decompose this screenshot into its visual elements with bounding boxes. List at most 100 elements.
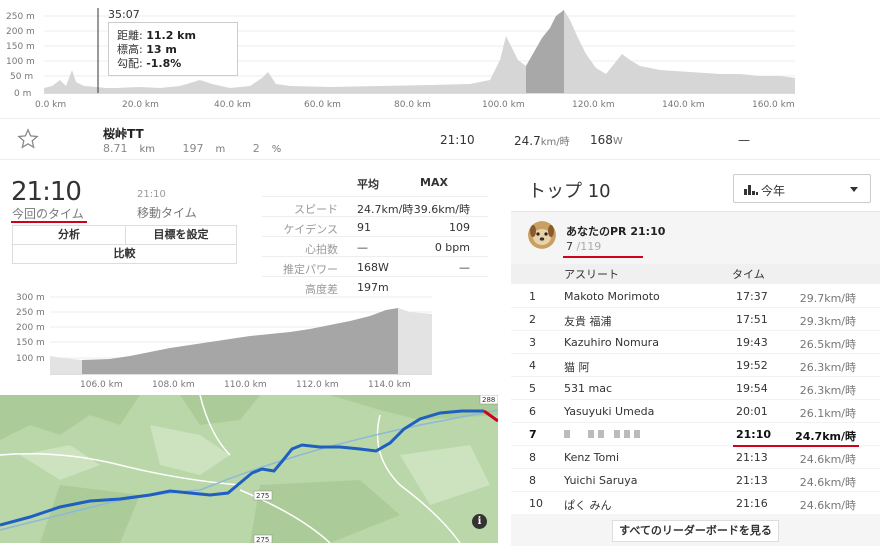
row-speed: 24.6km/時 — [799, 476, 856, 489]
x-tick-label: 40.0 km — [214, 100, 251, 110]
row-rank: 8 — [529, 451, 536, 464]
row-time[interactable]: 21:13 — [736, 474, 768, 487]
segment-hr: — — [738, 133, 750, 147]
leaderboard-row[interactable]: 10 ぱく みん 21:16 24.6km/時 — [511, 492, 880, 515]
segment-power: 168W — [590, 133, 623, 147]
x-tick-label: 0.0 km — [35, 100, 66, 110]
row-time[interactable]: 19:54 — [736, 382, 768, 395]
x-tick-label: 110.0 km — [224, 380, 267, 390]
row-time[interactable]: 21:13 — [736, 451, 768, 464]
segment-row[interactable]: 桜峠TT 8.71 km 197 m 2% 21:10 24.7km/時 168W … — [0, 118, 880, 160]
stat-row-speed: スピード 24.7km/時 39.6km/時 — [262, 196, 488, 216]
stat-row-cadence: ケイデンス 91 109 — [262, 216, 488, 236]
athlete-name-link[interactable]: 友貴 福浦 — [564, 313, 612, 329]
elevation-tooltip: 距離: 11.2 km 標高: 13 m 勾配: -1.8% — [108, 22, 238, 76]
red-underline-mark — [11, 221, 87, 223]
row-time[interactable]: 17:51 — [736, 313, 768, 326]
row-rank: 5 — [529, 382, 536, 395]
leaderboard-row[interactable]: 5 531 mac 19:54 26.3km/時 — [511, 377, 880, 400]
row-speed: 24.7km/時 — [795, 430, 856, 443]
leaderboard-row[interactable]: 4 猫 阿 19:52 26.3km/時 — [511, 354, 880, 377]
view-all-leaderboards-button[interactable]: すべてのリーダーボードを見る — [612, 520, 779, 542]
leaderboard-filter-select[interactable]: 今年 — [733, 174, 871, 203]
segment-elev-gain: 197 — [182, 142, 204, 155]
segment-elevation-chart[interactable]: 300 m 250 m 200 m 150 m 100 m 106.0 km 1… — [0, 288, 440, 393]
analysis-button[interactable]: 分析 — [12, 225, 126, 245]
row-time[interactable]: 19:52 — [736, 359, 768, 372]
x-tick-label: 140.0 km — [662, 100, 705, 110]
row-speed: 26.3km/時 — [799, 361, 856, 374]
athlete-name-link[interactable]: 531 mac — [564, 382, 612, 395]
row-speed: 26.3km/時 — [799, 384, 856, 397]
athlete-name-link[interactable]: ぱく みん — [564, 497, 612, 513]
stat-label: 心拍数 — [305, 243, 338, 256]
bar-chart-icon — [744, 185, 758, 195]
route-marker-288: 288 — [479, 395, 498, 405]
x-tick-label: 108.0 km — [152, 380, 195, 390]
stat-avg: 168W — [357, 261, 389, 274]
star-icon[interactable] — [17, 128, 39, 150]
athlete-name-link[interactable]: Yuichi Saruya — [564, 474, 638, 487]
stat-max: 0 bpm — [434, 241, 470, 254]
row-time[interactable]: 20:01 — [736, 405, 768, 418]
segment-name[interactable]: 桜峠TT — [103, 125, 144, 142]
row-time[interactable]: 21:16 — [736, 497, 768, 510]
leaderboard-row[interactable]: 2 友貴 福浦 17:51 29.3km/時 — [511, 308, 880, 331]
leaderboard-row[interactable]: 6 Yasuyuki Umeda 20:01 26.1km/時 — [511, 400, 880, 423]
y-tick-label: 250 m — [6, 12, 35, 22]
route-map[interactable]: 275 275 288 — [0, 395, 498, 543]
svg-text:275: 275 — [256, 536, 269, 543]
y-tick-label: 250 m — [16, 308, 45, 318]
athlete-name-link[interactable]: Kazuhiro Nomura — [564, 336, 659, 349]
athlete-name-link[interactable]: Yasuyuki Umeda — [564, 405, 654, 418]
row-time[interactable]: 21:10 — [736, 428, 771, 441]
svg-text:288: 288 — [482, 396, 495, 404]
segment-time: 21:10 — [440, 133, 475, 147]
leaderboard-row[interactable]: 1 Makoto Morimoto 17:37 29.7km/時 — [511, 285, 880, 308]
row-rank: 3 — [529, 336, 536, 349]
row-speed: 26.5km/時 — [799, 338, 856, 351]
leaderboard-row-current-athlete[interactable]: 7 21:10 24.7km/時 — [511, 423, 880, 446]
stat-avg: — — [357, 241, 368, 254]
row-speed: 29.3km/時 — [799, 315, 856, 328]
x-tick-label: 20.0 km — [122, 100, 159, 110]
x-tick-labels: 106.0 km 108.0 km 110.0 km 112.0 km 114.… — [80, 380, 411, 390]
stat-avg: 24.7km/時 — [357, 203, 414, 216]
row-speed: 24.6km/時 — [799, 499, 856, 512]
x-tick-label: 160.0 km — [752, 100, 795, 110]
avatar[interactable] — [528, 221, 556, 249]
tooltip-elevation: 標高: 13 m — [117, 43, 177, 56]
y-tick-label: 0 m — [14, 89, 31, 99]
compare-button[interactable]: 比較 — [12, 244, 237, 264]
pr-rank: 7 /119 — [566, 240, 602, 253]
cursor-time: 35:07 — [108, 8, 140, 21]
redaction-block — [624, 430, 630, 438]
redaction-block — [598, 430, 604, 438]
segment-elevation-area — [82, 308, 398, 374]
row-rank: 2 — [529, 313, 536, 326]
route-marker-275: 275 — [253, 490, 273, 501]
leaderboard-title: トップ 10 — [528, 181, 611, 202]
elevation-area-context — [398, 308, 432, 374]
row-time[interactable]: 19:43 — [736, 336, 768, 349]
tooltip-distance: 距離: 11.2 km — [117, 29, 196, 42]
red-underline-mark — [563, 256, 643, 258]
stat-max: 39.6km/時 — [413, 203, 470, 216]
athlete-name-redacted[interactable] — [564, 428, 644, 441]
leaderboard-row[interactable]: 8 Kenz Tomi 21:13 24.6km/時 — [511, 446, 880, 469]
athlete-name-link[interactable]: Makoto Morimoto — [564, 290, 660, 303]
y-tick-label: 50 m — [10, 72, 33, 82]
stat-row-power: 推定パワー 168W — — [262, 256, 488, 276]
info-icon[interactable]: i — [472, 514, 487, 529]
stat-label: ケイデンス — [283, 223, 338, 236]
y-tick-label: 100 m — [6, 57, 35, 67]
leaderboard-row[interactable]: 8 Yuichi Saruya 21:13 24.6km/時 — [511, 469, 880, 492]
athlete-name-link[interactable]: 猫 阿 — [564, 359, 590, 375]
athlete-name-link[interactable]: Kenz Tomi — [564, 451, 619, 464]
x-tick-label: 106.0 km — [80, 380, 123, 390]
row-time[interactable]: 17:37 — [736, 290, 768, 303]
leaderboard-row[interactable]: 3 Kazuhiro Nomura 19:43 26.5km/時 — [511, 331, 880, 354]
col-athlete: アスリート — [564, 268, 619, 281]
x-tick-label: 120.0 km — [572, 100, 615, 110]
set-goal-button[interactable]: 目標を設定 — [125, 225, 237, 245]
